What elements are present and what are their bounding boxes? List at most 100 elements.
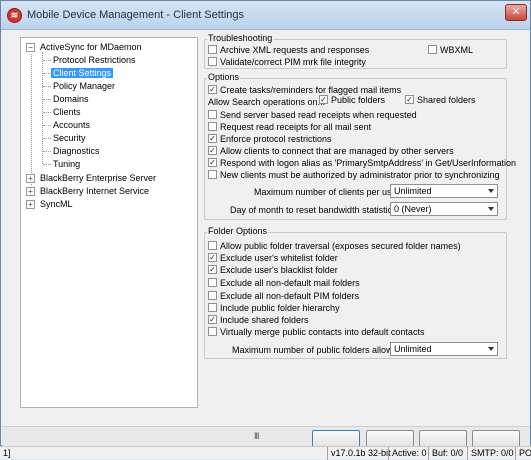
tree-item-blackberry-internet[interactable]: + BlackBerry Internet Service [26,185,151,198]
tree-line [43,151,51,152]
checkbox-box[interactable]: ✓ [208,315,217,325]
checkbox-box[interactable] [208,45,217,55]
splitter-grip-icon[interactable]: III [254,431,259,441]
tree-item-client-settings[interactable]: Client Settings [51,67,114,80]
expand-icon[interactable]: + [26,174,35,184]
tree-item-policy-manager[interactable]: Policy Manager [51,80,117,93]
checkbox-box[interactable]: ✓ [208,265,217,275]
tree-item-label: Accounts [53,120,91,130]
tree-item-tuning[interactable]: Tuning [51,158,82,171]
checkbox-label: Allow public folder traversal (exposes s… [220,241,461,251]
tree-item-activesync[interactable]: − ActiveSync for MDaemon [26,41,144,54]
checkbox-label: Archive XML requests and responses [220,45,370,55]
checkbox-box[interactable]: ✓ [405,95,414,105]
allow-search-label: Allow Search operations on... [208,97,326,107]
checkbox-box[interactable] [208,303,217,313]
tree-item-security[interactable]: Security [51,132,88,145]
tree-item-label: SyncML [40,199,73,209]
tree-item-label: BlackBerry Enterprise Server [40,173,157,183]
apply-button[interactable] [419,430,467,447]
reset-day-label: Day of month to reset bandwidth statisti… [230,205,397,215]
checkbox-box[interactable] [208,170,217,180]
tree-item-blackberry-enterprise[interactable]: + BlackBerry Enterprise Server [26,172,158,185]
options-title: Options [207,72,241,82]
help-button[interactable] [472,430,520,447]
cancel-button[interactable] [366,430,414,447]
ok-button[interactable] [312,430,360,447]
request-read-receipts-checkbox[interactable]: Request read receipts for all mail sent [208,121,371,133]
checkbox-box[interactable] [208,278,217,288]
max-public-folders-label: Maximum number of public folders allowed [232,345,403,355]
select-value: Unlimited [394,344,432,354]
close-button[interactable]: ✕ [505,4,527,21]
wbxml-checkbox[interactable]: WBXML [428,44,473,56]
tree-item-syncml[interactable]: + SyncML [26,198,75,211]
exclude-whitelist-checkbox[interactable]: ✓ Exclude user's whitelist folder [208,252,338,264]
allow-public-traversal-checkbox[interactable]: Allow public folder traversal (exposes s… [208,240,461,252]
exclude-nondefault-pim-checkbox[interactable]: Exclude all non-default PIM folders [208,290,359,302]
checkbox-box[interactable]: ✓ [319,95,328,105]
select-value: Unlimited [394,186,432,196]
app-icon: ≋ [7,8,22,23]
exclude-blacklist-checkbox[interactable]: ✓ Exclude user's blacklist folder [208,264,338,276]
enforce-restrictions-checkbox[interactable]: ✓ Enforce protocol restrictions [208,133,332,145]
settings-tree[interactable]: − ActiveSync for MDaemon Protocol Restric… [20,37,198,408]
checkbox-box[interactable] [208,57,217,67]
checkbox-label: Respond with logon alias as 'PrimarySmtp… [220,158,517,168]
include-shared-folders-checkbox[interactable]: ✓ Include shared folders [208,314,309,326]
folder-options-title: Folder Options [207,226,269,236]
merge-public-contacts-checkbox[interactable]: Virtually merge public contacts into def… [208,326,424,338]
checkbox-box[interactable]: ✓ [208,134,217,144]
title-bar[interactable]: ≋ Mobile Device Management - Client Sett… [1,1,530,30]
tree-item-protocol-restrictions[interactable]: Protocol Restrictions [51,54,138,67]
respond-logon-alias-checkbox[interactable]: ✓ Respond with logon alias as 'PrimarySmt… [208,157,516,169]
tree-item-diagnostics[interactable]: Diagnostics [51,145,102,158]
validate-pim-checkbox[interactable]: Validate/correct PIM mrk file integrity [208,56,366,68]
tree-item-label: Security [53,133,86,143]
new-clients-authorized-checkbox[interactable]: New clients must be authorized by admini… [208,169,500,181]
archive-xml-checkbox[interactable]: Archive XML requests and responses [208,44,369,56]
checkbox-label: Allow clients to connect that are manage… [220,146,454,156]
checkbox-box[interactable]: ✓ [208,253,217,263]
checkbox-box[interactable] [208,241,217,251]
expand-icon[interactable]: + [26,200,35,210]
window-title: Mobile Device Management - Client Settin… [27,9,245,21]
checkbox-box[interactable]: ✓ [208,158,217,168]
client-settings-dialog: ≋ Mobile Device Management - Client Sett… [0,0,531,447]
tree-item-clients[interactable]: Clients [51,106,83,119]
exclude-nondefault-mail-checkbox[interactable]: Exclude all non-default mail folders [208,277,360,289]
status-version: v17.0.1b 32-bit [327,447,391,460]
checkbox-box[interactable] [208,291,217,301]
max-clients-select[interactable]: Unlimited [390,184,498,198]
include-public-hierarchy-checkbox[interactable]: Include public folder hierarchy [208,302,340,314]
collapse-icon[interactable]: − [26,43,35,53]
checkbox-box[interactable]: ✓ [208,85,217,95]
tree-item-domains[interactable]: Domains [51,93,91,106]
shared-folders-checkbox[interactable]: ✓ Shared folders [405,94,476,106]
tree-item-accounts[interactable]: Accounts [51,119,92,132]
checkbox-box[interactable] [208,110,217,120]
max-clients-label: Maximum number of clients per user [254,187,400,197]
tree-line [43,99,51,100]
allow-other-servers-checkbox[interactable]: ✓ Allow clients to connect that are manag… [208,145,454,157]
max-public-folders-select[interactable]: Unlimited [390,342,498,356]
checkbox-label: Exclude user's whitelist folder [220,253,338,263]
tree-item-label: Tuning [53,159,81,169]
status-po: PO [515,447,531,460]
checkbox-box[interactable]: ✓ [208,146,217,156]
public-folders-checkbox[interactable]: ✓ Public folders [319,94,385,106]
tree-line [31,54,32,185]
expand-icon[interactable]: + [26,187,35,197]
checkbox-label: Include public folder hierarchy [220,303,340,313]
checkbox-box[interactable] [208,327,217,337]
checkbox-box[interactable] [428,45,437,55]
dropdown-arrow-icon [488,189,494,193]
checkbox-label: Virtually merge public contacts into def… [220,327,425,337]
checkbox-label: Enforce protocol restrictions [220,134,332,144]
send-read-receipts-checkbox[interactable]: Send server based read receipts when req… [208,109,417,121]
reset-day-select[interactable]: 0 (Never) [390,202,498,216]
tree-line [43,73,51,74]
dropdown-arrow-icon [488,207,494,211]
tree-line [43,138,51,139]
checkbox-box[interactable] [208,122,217,132]
